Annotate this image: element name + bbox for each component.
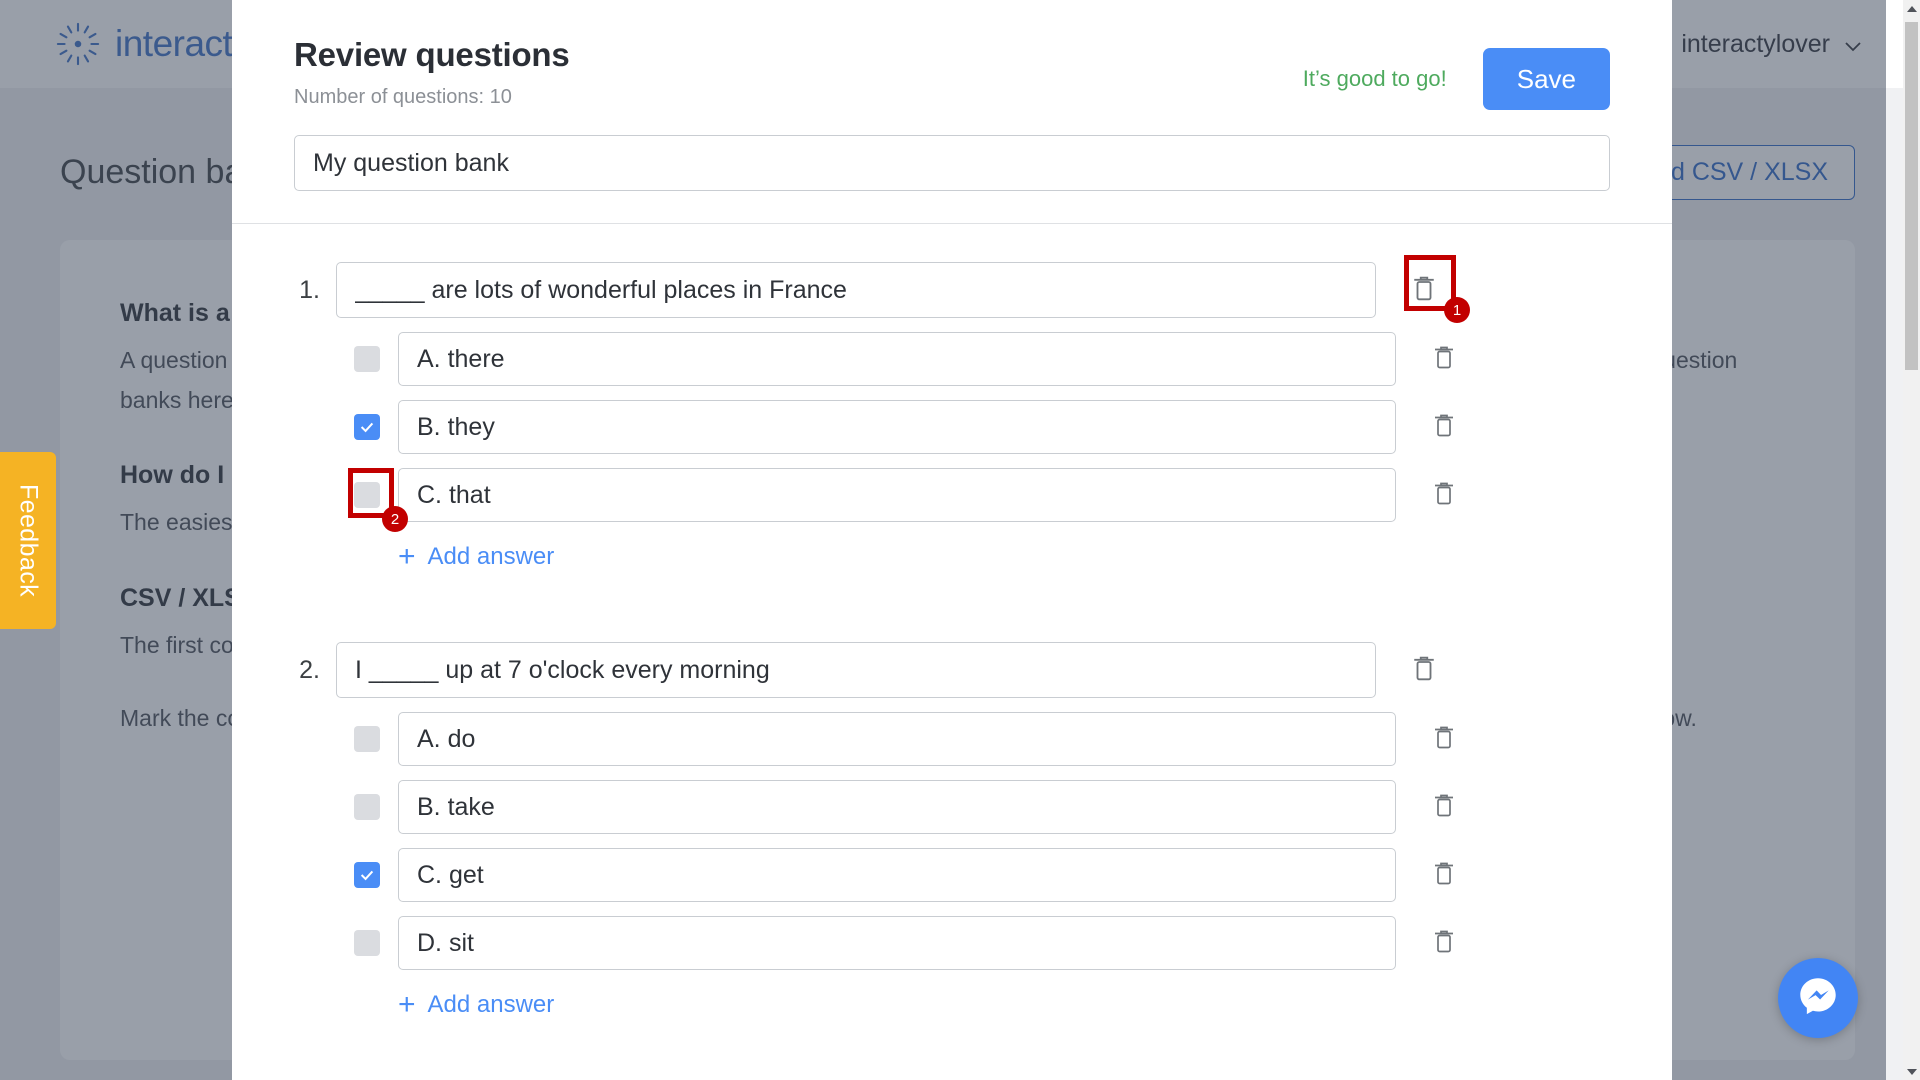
question-spacer [294, 1044, 1610, 1080]
add-answer-label: Add answer [427, 543, 555, 570]
answer-text-input[interactable] [398, 468, 1396, 522]
delete-question-2-button[interactable] [1407, 651, 1441, 689]
answer-2c-checkbox[interactable] [354, 862, 380, 888]
question-delete-cell: 1 [1376, 255, 1472, 323]
question-block: 2. I _____ up at 7 o'clock every morning… [294, 642, 1610, 1026]
scroll-up-arrow-icon[interactable] [1903, 0, 1920, 17]
answer-1a-checkbox[interactable] [354, 346, 380, 372]
scroll-down-arrow-icon[interactable] [1903, 1063, 1920, 1080]
trash-icon [1432, 344, 1456, 374]
add-answer-button-q2[interactable]: + Add answer [398, 984, 554, 1026]
answer-checkbox-cell [336, 414, 398, 440]
answer-checkbox-cell: 2 [336, 468, 408, 532]
trash-icon [1411, 654, 1437, 686]
trash-icon [1411, 274, 1437, 306]
answer-text-input[interactable] [398, 712, 1396, 766]
plus-icon: + [398, 540, 416, 573]
answer-2d-checkbox[interactable] [354, 930, 380, 956]
messenger-chat-button[interactable] [1778, 958, 1858, 1038]
review-questions-modal: Review questions Number of questions: 10… [232, 0, 1672, 1080]
trash-icon [1432, 412, 1456, 442]
close-modal-button[interactable] [1664, 82, 1672, 128]
delete-answer-2d-button[interactable] [1427, 924, 1461, 962]
delete-answer-2c-button[interactable] [1427, 856, 1461, 894]
add-answer-button-q1[interactable]: + Add answer [398, 536, 554, 578]
answer-text-input[interactable] [398, 848, 1396, 902]
answer-text-input[interactable] [398, 916, 1396, 970]
answer-checkbox-cell [336, 726, 398, 752]
feedback-tab-label: Feedback [14, 484, 43, 597]
question-block: 1. 1 [294, 255, 1610, 578]
delete-answer-2b-button[interactable] [1427, 788, 1461, 826]
delete-answer-1c-button[interactable] [1427, 476, 1461, 514]
answer-checkbox-cell [336, 862, 398, 888]
modal-header: Review questions Number of questions: 10… [232, 0, 1672, 110]
answer-row [294, 332, 1610, 386]
add-answer-label: Add answer [427, 991, 555, 1018]
answer-delete-cell [1396, 476, 1492, 514]
answer-delete-cell [1396, 856, 1492, 894]
delete-answer-2a-button[interactable] [1427, 720, 1461, 758]
scrollbar-thumb[interactable] [1905, 22, 1918, 370]
answer-delete-cell [1396, 720, 1492, 758]
bank-name-field-wrapper [232, 109, 1672, 223]
question-delete-cell [1376, 651, 1472, 689]
delete-answer-1b-button[interactable] [1427, 408, 1461, 446]
answer-checkbox-cell [336, 930, 398, 956]
add-answer-row: + Add answer [294, 536, 1610, 578]
answer-1b-checkbox[interactable] [354, 414, 380, 440]
feedback-tab-button[interactable]: Feedback [0, 452, 56, 629]
answer-row [294, 712, 1610, 766]
save-button[interactable]: Save [1482, 48, 1610, 110]
facebook-messenger-icon [1793, 971, 1843, 1026]
trash-icon [1432, 860, 1456, 890]
answer-checkbox-cell [336, 794, 398, 820]
questions-list: 1. 1 [232, 224, 1672, 1080]
answer-row [294, 848, 1610, 902]
answer-delete-cell [1396, 340, 1492, 378]
answer-checkbox-cell [336, 346, 398, 372]
answer-text-input[interactable] [398, 332, 1396, 386]
question-number: 1. [299, 275, 320, 304]
answer-delete-cell [1396, 924, 1492, 962]
add-answer-row: + Add answer [294, 984, 1610, 1026]
trash-icon [1432, 792, 1456, 822]
annotation-badge-1: 1 [1444, 297, 1470, 323]
answer-row [294, 780, 1610, 834]
trash-icon [1432, 928, 1456, 958]
question-row: 1. 1 [294, 255, 1610, 323]
question-text-input[interactable] [336, 262, 1376, 318]
delete-answer-1a-button[interactable] [1427, 340, 1461, 378]
answer-delete-cell [1396, 408, 1492, 446]
question-spacer [294, 596, 1610, 642]
answer-row [294, 400, 1610, 454]
question-text-input[interactable] [336, 642, 1376, 698]
answer-delete-cell [1396, 788, 1492, 826]
trash-icon [1432, 724, 1456, 754]
validation-status-text: It’s good to go! [1302, 66, 1447, 91]
question-bank-name-input[interactable] [294, 135, 1610, 191]
answer-1c-checkbox[interactable] [354, 482, 380, 508]
answer-2b-checkbox[interactable] [354, 794, 380, 820]
question-row: 2. [294, 642, 1610, 698]
screen-root: interact interactylover Question bank Up… [0, 0, 1920, 1080]
answer-text-input[interactable] [398, 400, 1396, 454]
page-scrollbar[interactable] [1903, 0, 1920, 1080]
delete-question-1-button[interactable] [1407, 271, 1441, 309]
answer-row: 2 [294, 468, 1610, 532]
plus-icon: + [398, 988, 416, 1021]
question-number: 2. [299, 655, 320, 684]
answer-text-input[interactable] [398, 780, 1396, 834]
answer-row [294, 916, 1610, 970]
trash-icon [1432, 480, 1456, 510]
modal-header-actions: It’s good to go! Save [1303, 48, 1610, 110]
answer-2a-checkbox[interactable] [354, 726, 380, 752]
